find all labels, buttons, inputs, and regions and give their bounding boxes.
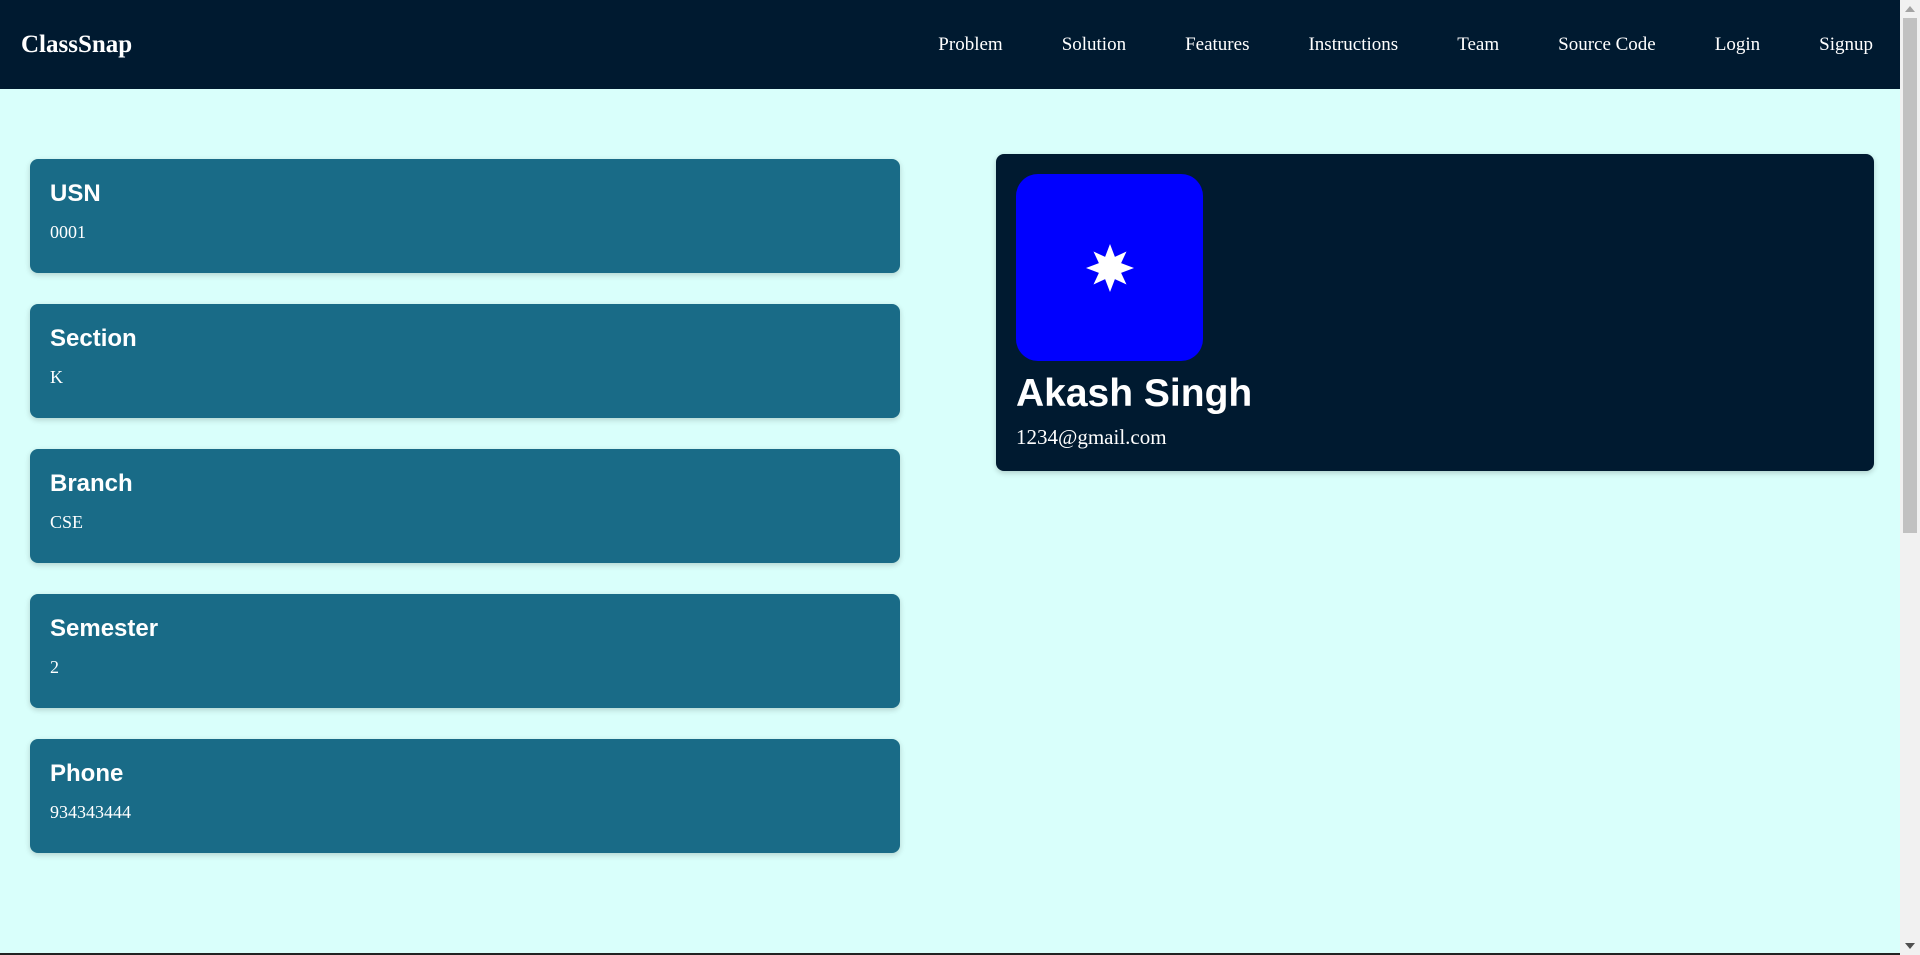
star-icon (1085, 243, 1134, 292)
info-card-usn: USN 0001 (30, 159, 900, 273)
info-card-section: Section K (30, 304, 900, 418)
navbar: ClassSnap Problem Solution Features Inst… (0, 0, 1900, 89)
info-card-semester: Semester 2 (30, 594, 900, 708)
info-label: Phone (50, 760, 124, 787)
scroll-thumb[interactable] (1903, 18, 1917, 533)
scroll-up-arrow-icon[interactable] (1905, 6, 1915, 12)
profile-name: Akash Singh (1016, 372, 1253, 415)
nav-link-signup[interactable]: Signup (1819, 34, 1873, 56)
info-label: USN (50, 180, 101, 207)
info-value: 2 (50, 657, 59, 677)
info-label: Branch (50, 470, 133, 497)
info-value: 934343444 (50, 802, 131, 822)
info-value: 0001 (50, 222, 86, 242)
profile-card: Akash Singh 1234@gmail.com (996, 154, 1874, 471)
nav-link-problem[interactable]: Problem (938, 34, 1002, 56)
nav-links: Problem Solution Features Instructions T… (938, 34, 1873, 56)
info-card-phone: Phone 934343444 (30, 739, 900, 853)
nav-link-team[interactable]: Team (1457, 34, 1499, 56)
info-value: CSE (50, 512, 84, 532)
nav-link-solution[interactable]: Solution (1062, 34, 1126, 56)
info-label: Semester (50, 615, 159, 642)
scroll-down-arrow-icon[interactable] (1905, 943, 1915, 949)
nav-link-login[interactable]: Login (1715, 34, 1760, 56)
brand-logo[interactable]: ClassSnap (21, 31, 132, 59)
vertical-scrollbar[interactable] (1900, 0, 1920, 955)
info-card-branch: Branch CSE (30, 449, 900, 563)
nav-link-source-code[interactable]: Source Code (1558, 34, 1656, 56)
profile-email: 1234@gmail.com (1016, 425, 1167, 449)
avatar (1016, 174, 1203, 361)
nav-link-instructions[interactable]: Instructions (1308, 34, 1398, 56)
student-info-list: USN 0001 Section K Branch CSE Semester 2… (30, 159, 900, 884)
info-label: Section (50, 325, 137, 352)
info-value: K (50, 367, 63, 387)
nav-link-features[interactable]: Features (1185, 34, 1249, 56)
